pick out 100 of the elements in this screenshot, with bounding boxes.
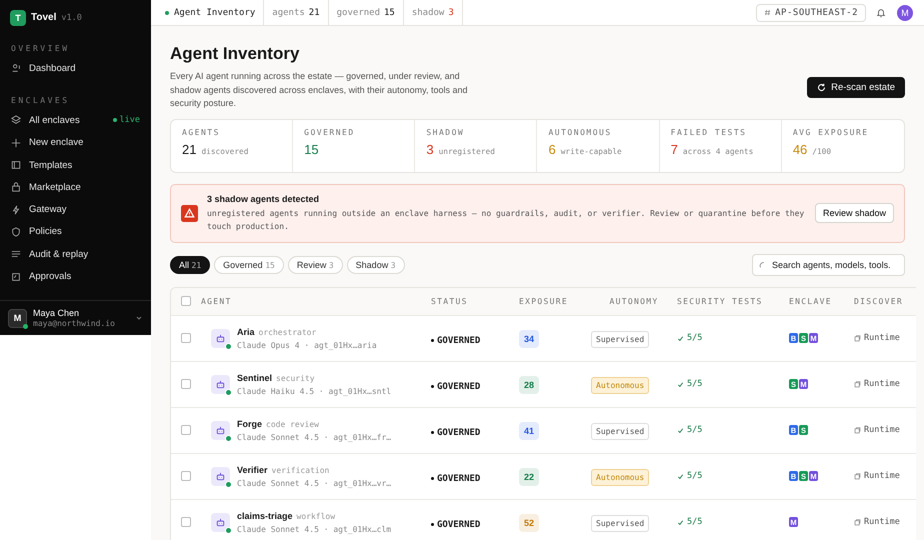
agent-meta: Claude Opus 4 · agt_01Hx…aria	[237, 340, 377, 350]
checkbox[interactable]	[181, 471, 191, 481]
checkbox[interactable]	[181, 517, 191, 527]
status-label: GOVERNED	[431, 520, 480, 530]
nav-item[interactable]: Audit & replay	[0, 243, 151, 266]
window-icon	[854, 380, 861, 388]
filter-tab[interactable]: Governed 15	[214, 256, 284, 274]
stat-value: 15	[304, 142, 319, 156]
breadcrumb: Agent Inventory	[151, 0, 264, 25]
stat-label: AUTONOMOUS	[548, 128, 613, 136]
window-icon	[854, 426, 861, 434]
page-title: Agent Inventory	[170, 44, 300, 64]
agent-name: Forge	[237, 418, 262, 428]
window-icon	[854, 334, 861, 342]
check-icon	[677, 518, 684, 526]
test-result: 5/5	[687, 517, 702, 527]
nav-item[interactable]: Templates	[0, 154, 151, 176]
user-email: maya@northwind.io	[33, 319, 116, 328]
shield-icon	[11, 226, 21, 237]
counter-value: 3	[448, 8, 454, 18]
window-icon	[854, 518, 861, 526]
checkbox[interactable]	[181, 425, 191, 435]
robot-icon	[215, 470, 226, 482]
counter-label: shadow	[412, 8, 444, 18]
search-field[interactable]: Search agents, models, tools.	[752, 254, 905, 276]
nav-item[interactable]: Dashboard	[0, 57, 151, 80]
check-icon	[677, 426, 684, 434]
bell-icon[interactable]	[876, 8, 886, 18]
status-label: GOVERNED	[431, 428, 480, 438]
status-label: GOVERNED	[431, 336, 480, 346]
test-result: 5/5	[687, 379, 702, 389]
hash-icon	[764, 9, 772, 16]
check-icon	[677, 472, 684, 480]
stat-label: FAILED TESTS	[670, 128, 748, 136]
test-result: 5/5	[687, 471, 702, 481]
column-header: AGENT	[201, 296, 233, 306]
discovery-source: Runtime	[864, 425, 900, 435]
stat-label: AVG EXPOSURE	[792, 128, 870, 136]
column-header: EXPOSURE	[519, 296, 569, 306]
autonomy-tag: Autonomous	[591, 376, 650, 394]
filter-tab[interactable]: Shadow 3	[346, 256, 405, 274]
stat-value: 21	[182, 142, 196, 156]
agent-meta: Claude Sonnet 4.5 · agt_01Hx…fr…	[237, 432, 392, 442]
section-heading: OVERVIEW	[10, 43, 71, 55]
stat-value: 46	[792, 142, 808, 156]
checkbox[interactable]	[181, 379, 191, 389]
region-selector[interactable]: AP-SOUTHEAST-2	[756, 4, 866, 22]
rescan-button[interactable]: Re-scan estate	[807, 76, 905, 98]
column-header: DISCOVER	[854, 296, 904, 306]
robot-icon	[215, 516, 226, 528]
checkbox[interactable]	[181, 333, 191, 343]
alert-message: unregistered agents running outside an enclave harness — no guardrails, audit, or verifier. Review or quarantine before they touch production.	[207, 208, 806, 232]
stat-label: AGENTS	[182, 128, 221, 136]
bolt-icon	[11, 204, 21, 215]
counter-value: 15	[384, 8, 395, 18]
checkbox[interactable]	[181, 296, 191, 306]
autonomy-tag: Supervised	[591, 330, 650, 348]
user-avatar[interactable]: M	[897, 4, 913, 20]
stat-value: 6	[548, 142, 556, 156]
counter-label: agents	[272, 8, 305, 18]
nav-item[interactable]: Gateway	[0, 198, 151, 221]
agent-role: verification	[272, 466, 330, 474]
discovery-source: Runtime	[864, 333, 900, 343]
nav-item[interactable]: Policies	[0, 220, 151, 244]
stat-value: 3	[426, 142, 434, 156]
panel-icon	[11, 160, 21, 170]
spinner-icon	[759, 260, 767, 268]
nav-item[interactable]: Marketplace	[0, 176, 151, 198]
status-label: GOVERNED	[431, 474, 480, 484]
exposure-score: 22	[519, 468, 539, 486]
agent-meta: Claude Haiku 4.5 · agt_01Hx…sntl	[237, 386, 392, 396]
stat-label: SHADOW	[426, 128, 466, 136]
agent-role: orchestrator	[258, 328, 316, 336]
robot-icon	[215, 424, 226, 436]
agent-role: code review	[266, 420, 319, 428]
user-avatar: M	[8, 308, 27, 328]
robot-icon	[215, 378, 226, 390]
column-header: ENCLAVE	[789, 296, 833, 306]
agent-name: claims-triage	[237, 510, 293, 520]
stat-value: 7	[670, 142, 678, 156]
counter-value: 21	[308, 8, 320, 18]
checkbox-icon	[11, 272, 21, 282]
nav-item[interactable]: Approvals	[0, 265, 151, 288]
agent-meta: Claude Sonnet 4.5 · agt_01Hx…clm	[237, 524, 392, 534]
review-shadow-button[interactable]: Review shadow	[814, 203, 894, 223]
nav-item[interactable]: All enclaves live	[0, 109, 151, 132]
filter-tab[interactable]: Review 3	[288, 256, 343, 274]
column-header: STATUS	[431, 296, 469, 306]
test-result: 5/5	[687, 333, 702, 343]
exposure-score: 34	[519, 330, 539, 348]
autonomy-tag: Supervised	[591, 422, 650, 440]
refresh-icon	[817, 82, 826, 92]
counter-label: governed	[336, 8, 380, 18]
user-name: Maya Chen	[33, 308, 80, 318]
chevron-icon[interactable]	[135, 314, 143, 322]
nav-item[interactable]: New enclave	[0, 132, 151, 154]
filter-tab[interactable]: All 21	[170, 256, 210, 274]
list-icon	[11, 249, 21, 260]
app-version: v1.0	[61, 12, 82, 22]
robot-icon	[215, 332, 226, 344]
